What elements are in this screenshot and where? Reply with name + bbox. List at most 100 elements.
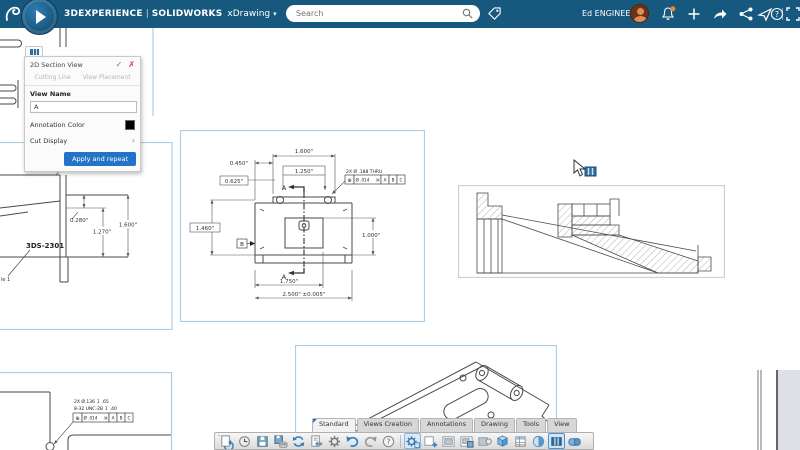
mouse-cursor [572,158,598,180]
drawing-view-section[interactable] [458,185,725,278]
user-name[interactable]: Ed ENGINEER [582,0,636,28]
share-forward-icon[interactable] [712,6,728,22]
isometric-view-icon[interactable] [494,433,511,449]
dimension-label[interactable]: 1.750" [280,279,298,285]
hole-callout-text: 8-32 UNC-2B ↧ .40 [74,406,117,412]
fcf-datum: C [128,416,131,421]
search-icon[interactable] [462,8,473,19]
tab-tools[interactable]: Tools [516,418,546,432]
close-icon[interactable]: ✗ [128,60,135,69]
top-bar: 3DEXPERIENCE|SOLIDWORKSxDrawing▾ Ed ENGI… [0,0,800,28]
3ds-logo-icon[interactable] [4,3,22,25]
hole-callout-text: 2X Ø.136 ↧ .65 [74,398,109,405]
fcf-datum: A [112,416,115,421]
dimension-label[interactable]: 0.280" [70,218,88,224]
drawing-view-center[interactable]: A A 1.600" 0.450" 1.250" [180,130,425,322]
notification-badge [670,6,675,11]
brand-3dexperience: 3DEXPERIENCE [64,9,143,19]
chevron-down-icon: ▾ [270,10,277,18]
fcf-datum: B [120,416,123,421]
topbar-divider [782,8,783,20]
save-icon[interactable] [254,433,271,449]
fcf-tolerance: Ø .014 [84,416,98,421]
svg-text:?: ? [775,10,779,19]
redo-icon[interactable] [362,433,379,449]
brand-solidworks: SOLIDWORKS [152,9,223,19]
new-view-icon[interactable] [422,433,439,449]
share-nodes-icon[interactable] [738,6,754,22]
help-icon[interactable]: ? [380,433,397,449]
color-swatch[interactable] [125,120,135,130]
part-number-label[interactable]: 3DS-2301 [26,242,64,250]
settings-gear-icon[interactable] [326,433,343,449]
tab-cutting-line[interactable]: Cutting Line [34,74,70,81]
confirm-icon[interactable]: ✓ [116,60,129,69]
hole-callout-text: 2X Ø .188 THRU [346,168,382,175]
section-label: A [282,184,287,192]
dimension-label[interactable]: 2.500" ±0.005" [283,292,326,298]
search-bar[interactable] [286,5,480,22]
add-icon[interactable] [686,6,702,22]
tab-annotations[interactable]: Annotations [420,418,473,432]
annotation-color-row[interactable]: Annotation Color [25,117,140,133]
tab-standard[interactable]: Standard [312,418,356,432]
update-views-icon[interactable] [404,433,421,449]
notif-bell-icon[interactable] [660,6,676,22]
sync-icon[interactable] [290,433,307,449]
app-name: xDrawing [222,9,270,19]
tab-drawing[interactable]: Drawing [474,418,515,432]
fcf-symbol: ⊕ [75,416,79,422]
render-view-icon[interactable] [530,433,547,449]
dimension-label[interactable]: 1.270" [93,230,111,236]
note-label[interactable]: le 1 [1,277,10,283]
drawing-edge-fragment [748,370,800,450]
fcf-symbol: ⊕ [347,178,351,184]
dimension-label[interactable]: 1.000" [362,233,380,239]
ribbon-icon-bar: ⌄ ? [214,432,594,450]
cursor-arrow-icon [574,160,585,176]
tab-view-placement[interactable]: View Placement [83,74,131,81]
tab-views-creation[interactable]: Views Creation [357,418,419,432]
fcf-datum: A [384,178,387,183]
drawing-view-bottom-left[interactable]: 2X Ø.136 ↧ .65 8-32 UNC-2B ↧ .40 ⊕ Ø .01… [0,372,173,450]
section-view-icon[interactable] [548,433,565,449]
relative-view-icon[interactable] [458,433,475,449]
dimension-label[interactable]: 0.450" [230,161,248,167]
toolbar-overflow-icon[interactable]: ⌄ [217,432,221,438]
tag-icon[interactable] [487,6,502,21]
apply-and-repeat-button[interactable]: Apply and repeat [64,152,136,166]
section-view-icon [30,49,39,55]
annotation-color-label: Annotation Color [30,121,85,129]
save-as-icon[interactable] [272,433,289,449]
tab-view[interactable]: View [547,418,576,432]
undo-icon[interactable] [344,433,361,449]
dimension-label[interactable]: 1.600" [295,149,313,155]
hole-callout[interactable]: 2X Ø .188 THRU ⊕ Ø .014 Ⓜ A B C [345,168,405,184]
fullscreen-icon[interactable] [785,6,800,22]
svg-text:?: ? [387,437,391,446]
search-input[interactable] [296,6,454,21]
basic-dimension[interactable]: 1.460" [190,223,220,232]
bom-icon[interactable] [512,433,529,449]
fcf-datum: C [400,178,403,183]
dimension-label[interactable]: 1.600" [119,223,137,229]
avatar[interactable] [630,4,649,23]
standard-views-icon[interactable] [476,433,493,449]
broken-view-icon[interactable] [566,433,583,449]
fcf-datum: B [392,178,395,183]
app-breadcrumb[interactable]: 3DEXPERIENCE|SOLIDWORKSxDrawing▾ [64,0,277,28]
projected-view-icon[interactable] [440,433,457,449]
ribbon-tab-bar: Standard Views Creation Annotations Draw… [312,418,578,432]
basic-dimension[interactable]: 1.250" [283,166,325,175]
export-icon[interactable] [308,433,325,449]
view-name-input[interactable] [30,101,137,113]
view-name-label: View Name [25,86,140,100]
history-icon[interactable] [236,433,253,449]
dimension-label: 1.460" [196,226,214,232]
hole-callout[interactable]: 2X Ø.136 ↧ .65 8-32 UNC-2B ↧ .40 ⊕ Ø .01… [54,398,133,444]
basic-dimension[interactable]: 0.625" [220,176,248,185]
dimension-label: 0.625" [225,179,243,185]
datum-label: B [240,242,244,248]
datum-flag[interactable]: B [237,239,255,248]
cut-display-row[interactable]: Cut Display › [25,133,140,148]
